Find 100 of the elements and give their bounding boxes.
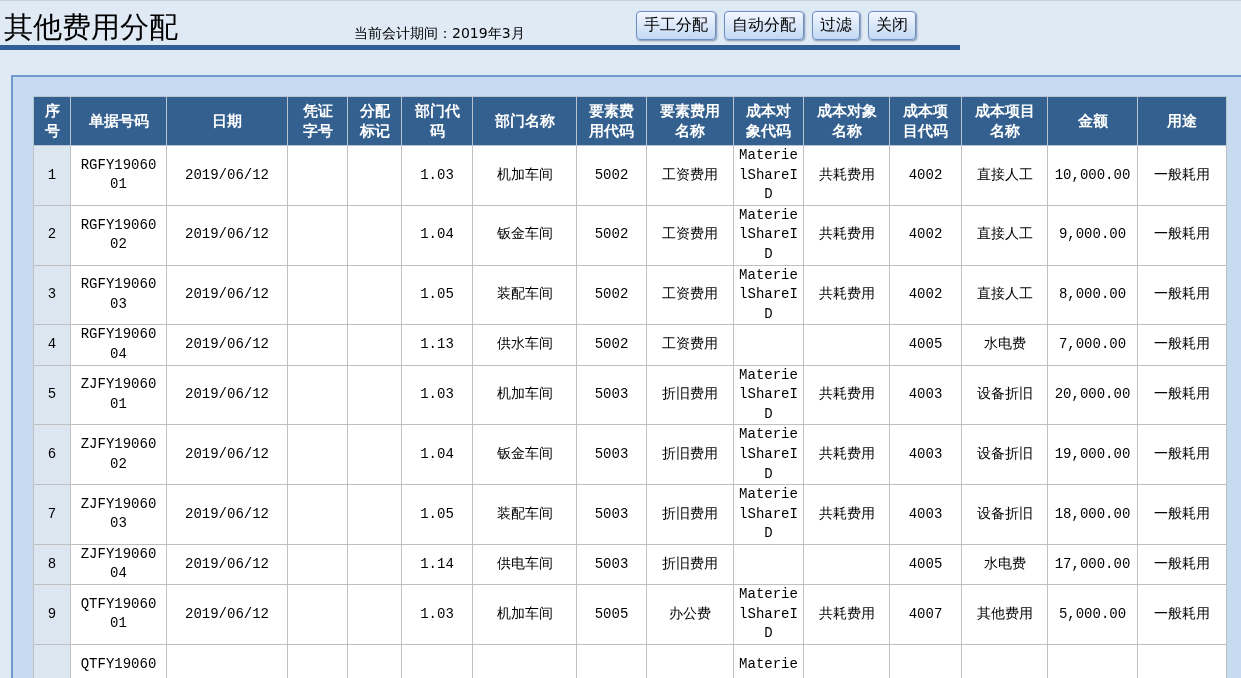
column-header[interactable]: 成本项目名称: [961, 96, 1048, 146]
table-cell: 共耗费用: [818, 285, 875, 305]
row-number: 7: [47, 504, 57, 524]
toolbar-button[interactable]: 过滤: [812, 11, 860, 40]
table-cell-text: 5003: [594, 554, 629, 574]
column-header[interactable]: 成本项目代码: [889, 96, 962, 146]
table-cell-text: ZJFY1906001: [80, 375, 157, 414]
table-cell: 5002: [594, 285, 629, 305]
accounting-period: 当前会计期间：2019年3月: [354, 25, 526, 43]
table-cell: 一般耗用: [1154, 285, 1210, 305]
table-cell-text: 一般耗用: [1154, 444, 1210, 464]
table-cell-text: 5005: [594, 604, 629, 624]
table-cell: 4005: [908, 335, 943, 355]
table-cell-text: 2019/06/12: [185, 504, 269, 524]
table-cell: 机加车间: [496, 385, 553, 405]
column-header[interactable]: 用途: [1137, 96, 1227, 146]
table-cell-text: 工资费用: [662, 165, 718, 185]
column-header[interactable]: 金额: [1047, 96, 1138, 146]
table-cell-text: 钣金车间: [496, 444, 553, 464]
table-cell-text: 1.04: [420, 444, 454, 464]
table-cell-text: 设备折旧: [976, 444, 1033, 464]
table-cell: 1.05: [420, 285, 454, 305]
table-cell: 一般耗用: [1154, 385, 1210, 405]
table-cell: 1.13: [420, 335, 454, 355]
table-cell-text: 机加车间: [496, 604, 553, 624]
table-cell-text: 办公费: [669, 604, 711, 624]
table-cell-text: 设备折旧: [976, 504, 1033, 524]
table-cell: 工资费用: [662, 335, 718, 355]
table-cell-text: 折旧费用: [662, 504, 718, 524]
table-cell-text: 2019/06/12: [185, 444, 269, 464]
table-cell-text: MaterielShareID: [739, 365, 798, 424]
table-cell: MaterielShareID: [739, 146, 798, 205]
table-cell-text: QTFY19060: [80, 654, 157, 674]
column-header[interactable]: 部门名称: [472, 96, 577, 146]
table-cell-text: 一般耗用: [1154, 504, 1210, 524]
row-number: 9: [47, 604, 57, 624]
table-cell: 2019/06/12: [185, 225, 269, 245]
row-number: 2: [47, 225, 57, 245]
table-cell-text: 4002: [908, 165, 943, 185]
column-header[interactable]: 成本对象名称: [803, 96, 890, 146]
table-cell-text: 5003: [594, 444, 629, 464]
table-cell: 8,000.00: [1058, 285, 1127, 305]
table-cell-text: 2019/06/12: [185, 604, 269, 624]
table-cell-text: 折旧费用: [662, 444, 718, 464]
table-cell-text: 其他费用: [976, 604, 1033, 624]
column-header[interactable]: 要素费用名称: [646, 96, 734, 146]
table-cell-text: 1.05: [420, 504, 454, 524]
column-header[interactable]: 部门代码: [401, 96, 473, 146]
table-cell: 折旧费用: [662, 385, 718, 405]
table-cell: 5002: [594, 335, 629, 355]
row-number: 5: [47, 385, 57, 405]
table-cell-text: 直接人工: [976, 165, 1033, 185]
table-cell-text: 2019/06/12: [185, 554, 269, 574]
table-cell-text: 4003: [908, 444, 943, 464]
column-header[interactable]: 单据号码: [70, 96, 167, 146]
row-number: 4: [47, 335, 57, 355]
column-header[interactable]: 日期: [166, 96, 288, 146]
table-cell: 4003: [908, 385, 943, 405]
table-cell: 4002: [908, 285, 943, 305]
table-cell-text: 装配车间: [496, 504, 553, 524]
table-cell-text: 4007: [908, 604, 943, 624]
column-header[interactable]: 分配标记: [347, 96, 402, 146]
table-cell-text: 折旧费用: [662, 554, 718, 574]
table-cell: 水电费: [983, 335, 1026, 355]
table-cell-text: MaterielShareID: [739, 265, 798, 324]
table-cell: 工资费用: [662, 285, 718, 305]
column-header[interactable]: 要素费用代码: [576, 96, 647, 146]
table-cell: 直接人工: [976, 225, 1033, 245]
toolbar-button[interactable]: 手工分配: [636, 11, 716, 40]
column-header[interactable]: 凭证字号: [287, 96, 348, 146]
table-cell-text: 共耗费用: [818, 444, 875, 464]
table-cell-text: QTFY1906001: [80, 594, 157, 634]
table-cell-text: ZJFY1906004: [80, 544, 157, 584]
table-cell: 工资费用: [662, 225, 718, 245]
table-cell-text: 一般耗用: [1154, 165, 1210, 185]
page-title: 其他费用分配: [4, 9, 179, 45]
toolbar-button[interactable]: 自动分配: [724, 11, 804, 40]
table-cell-text: 共耗费用: [818, 165, 875, 185]
table-cell: 共耗费用: [818, 225, 875, 245]
row-number: 3: [47, 285, 57, 305]
table-cell: RGFY1906001: [80, 155, 157, 195]
table-cell-text: 4005: [908, 554, 943, 574]
toolbar-button[interactable]: 关闭: [868, 11, 916, 40]
table-cell: 2019/06/12: [185, 335, 269, 355]
table-cell-text: 1.14: [420, 554, 454, 574]
table-cell-text: 5002: [594, 165, 629, 185]
table-cell-text: 机加车间: [496, 165, 553, 185]
table-cell: 2019/06/12: [185, 385, 269, 405]
table-cell: MaterielShareID: [739, 585, 798, 644]
table-cell-text: 10,000.00: [1054, 165, 1131, 185]
table-cell: 1.03: [420, 385, 454, 405]
row-number: 1: [47, 165, 57, 185]
column-header[interactable]: 序号: [33, 96, 71, 146]
table-cell-text: Materie: [739, 654, 798, 674]
table-cell-text: 1.03: [420, 604, 454, 624]
table-cell: 直接人工: [976, 285, 1033, 305]
column-header[interactable]: 成本对象代码: [733, 96, 804, 146]
table-cell-text: 一般耗用: [1154, 554, 1210, 574]
table-cell: 5002: [594, 225, 629, 245]
table-cell-text: MaterielShareID: [739, 205, 798, 264]
